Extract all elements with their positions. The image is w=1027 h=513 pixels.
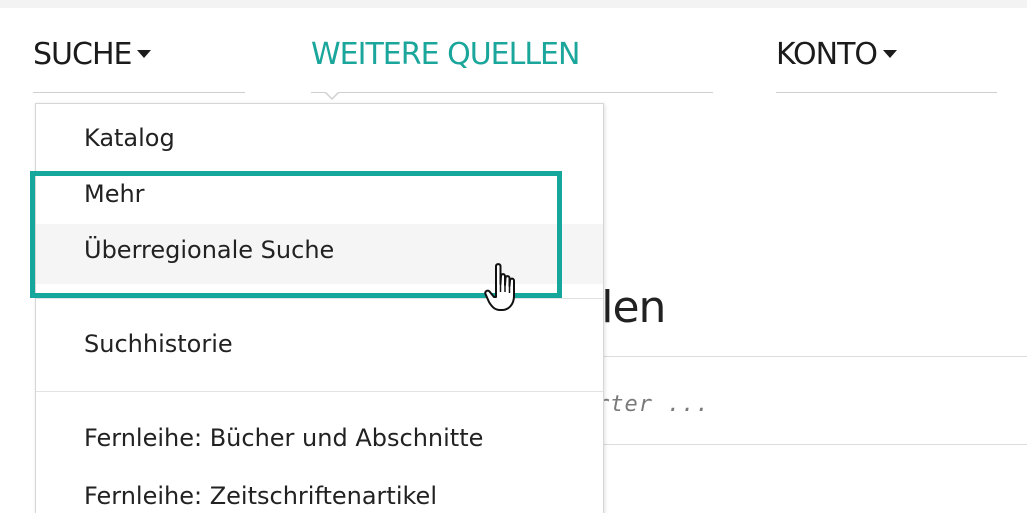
nav-konto-label: KONTO bbox=[776, 37, 878, 72]
menu-item-mehr[interactable]: Mehr bbox=[36, 174, 603, 214]
nav-weitere-quellen-label: WEITERE QUELLEN bbox=[311, 37, 580, 72]
nav-active-notch bbox=[324, 91, 340, 100]
caret-down-icon bbox=[883, 49, 898, 58]
nav-konto[interactable]: KONTO bbox=[776, 28, 997, 93]
menu-item-fernleihe-buecher[interactable]: Fernleihe: Bücher und Abschnitte bbox=[36, 416, 603, 460]
menu-item-katalog[interactable]: Katalog bbox=[36, 118, 603, 158]
search-placeholder-fragment: rter ... bbox=[596, 392, 710, 417]
caret-down-icon bbox=[137, 49, 152, 58]
page: SUCHE WEITERE QUELLEN KONTO llen rter ..… bbox=[0, 0, 1027, 513]
hand-pointer-icon bbox=[484, 263, 515, 311]
nav-weitere-quellen[interactable]: WEITERE QUELLEN bbox=[311, 28, 713, 93]
menu-item-suchhistorie[interactable]: Suchhistorie bbox=[36, 322, 603, 366]
top-strip bbox=[0, 0, 1027, 8]
nav-suche[interactable]: SUCHE bbox=[33, 28, 245, 93]
menu-divider bbox=[36, 391, 603, 392]
menu-item-fernleihe-zeitschriften[interactable]: Fernleihe: Zeitschriftenartikel bbox=[36, 474, 603, 513]
nav-suche-label: SUCHE bbox=[33, 37, 132, 72]
divider bbox=[590, 356, 1027, 357]
